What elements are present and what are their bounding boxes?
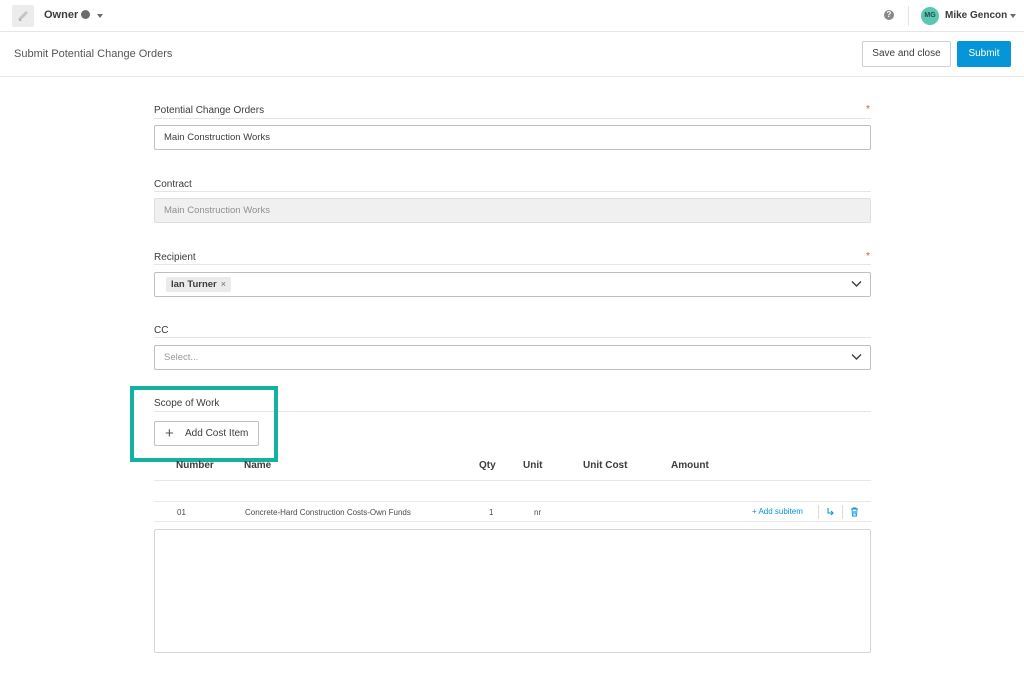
chevron-down-icon[interactable] xyxy=(851,353,862,361)
required-marker: * xyxy=(866,104,870,115)
row-name: Concrete-Hard Construction Costs-Own Fun… xyxy=(245,508,411,517)
top-bar: Owner ? MG Mike Gencon xyxy=(0,0,1024,32)
row-unit: nr xyxy=(534,508,542,517)
column-header-unit-cost: Unit Cost xyxy=(583,460,628,471)
required-marker: * xyxy=(866,251,870,262)
trash-icon[interactable] xyxy=(850,507,859,517)
cc-select[interactable]: Select... xyxy=(154,345,871,370)
recipient-chip[interactable]: Ian Turner × xyxy=(166,277,232,292)
recipient-chip-label: Ian Turner xyxy=(171,279,217,290)
caret-down-icon[interactable] xyxy=(97,14,103,18)
user-name[interactable]: Mike Gencon xyxy=(945,10,1007,21)
divider xyxy=(154,264,871,265)
contract-label: Contract xyxy=(154,179,192,190)
column-header-number: Number xyxy=(176,460,214,471)
divider xyxy=(154,191,871,192)
app-logo-icon[interactable] xyxy=(12,5,34,27)
column-header-qty: Qty xyxy=(479,460,496,471)
column-header-amount: Amount xyxy=(671,460,709,471)
indent-icon[interactable] xyxy=(826,507,834,517)
save-and-close-button[interactable]: Save and close xyxy=(862,41,951,67)
divider xyxy=(154,480,871,481)
globe-icon xyxy=(81,10,90,19)
divider xyxy=(818,505,819,519)
detail-panel xyxy=(154,529,871,653)
recipient-select[interactable]: Ian Turner × xyxy=(154,272,871,297)
caret-down-icon[interactable] xyxy=(1010,14,1016,18)
remove-chip-icon[interactable]: × xyxy=(221,279,226,289)
role-selector-label[interactable]: Owner xyxy=(44,9,78,21)
chevron-down-icon[interactable] xyxy=(851,280,862,288)
divider xyxy=(154,521,871,522)
divider xyxy=(154,337,871,338)
contract-input: Main Construction Works xyxy=(154,198,871,223)
cc-label: CC xyxy=(154,325,169,336)
avatar[interactable]: MG xyxy=(921,7,939,25)
divider xyxy=(154,118,871,119)
column-header-name: Name xyxy=(244,460,272,471)
submit-button[interactable]: Submit xyxy=(957,41,1011,67)
add-subitem-link[interactable]: + Add subitem xyxy=(752,507,803,516)
column-header-unit: Unit xyxy=(523,460,543,471)
row-number: 01 xyxy=(177,508,186,517)
page-title: Submit Potential Change Orders xyxy=(14,48,173,60)
pco-label: Potential Change Orders xyxy=(154,105,265,116)
help-icon[interactable]: ? xyxy=(884,10,894,20)
recipient-label: Recipient xyxy=(154,252,196,263)
divider xyxy=(908,6,909,26)
row-qty: 1 xyxy=(489,508,494,517)
page-header: Submit Potential Change Orders Save and … xyxy=(0,33,1024,77)
cc-placeholder: Select... xyxy=(164,352,199,363)
highlight-box xyxy=(130,386,278,462)
divider xyxy=(842,505,843,519)
pco-input[interactable]: Main Construction Works xyxy=(154,125,871,150)
divider xyxy=(154,501,871,502)
